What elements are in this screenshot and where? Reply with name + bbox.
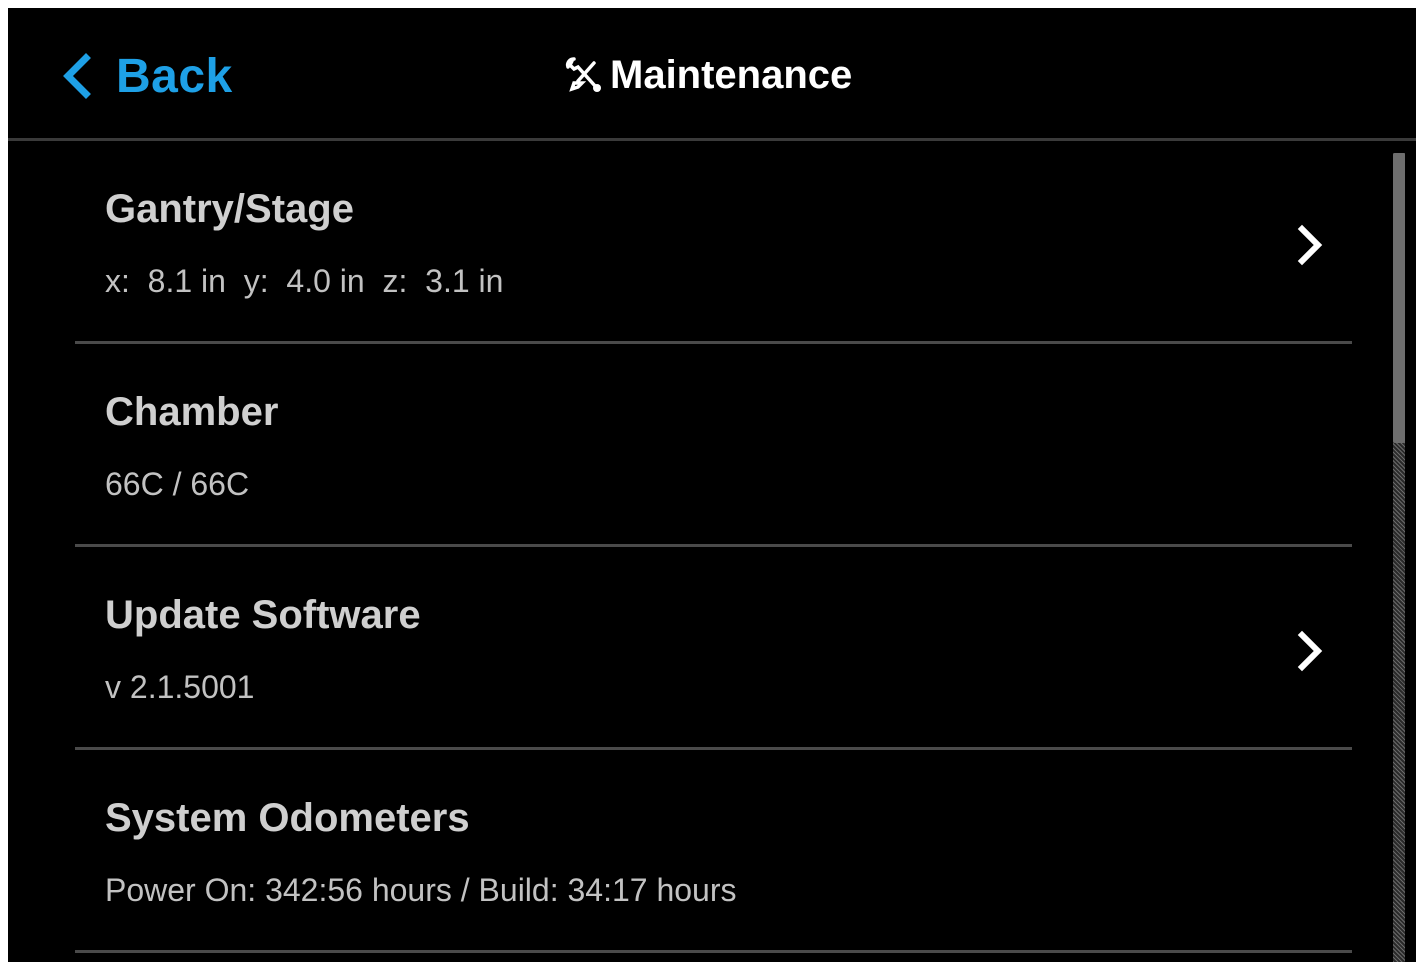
maintenance-list: Gantry/Stage x: 8.1 in y: 4.0 in z: 3.1 … [8, 141, 1416, 962]
list-item-gantry-stage[interactable]: Gantry/Stage x: 8.1 in y: 4.0 in z: 3.1 … [75, 141, 1352, 344]
item-subtitle: 66C / 66C [105, 466, 250, 502]
item-subtitle: v 2.1.5001 [105, 669, 255, 705]
header-bar: Back Maintenance [8, 8, 1416, 141]
item-subtitle: x: 8.1 in y: 4.0 in z: 3.1 in [105, 263, 504, 299]
scrollbar-thumb[interactable] [1393, 153, 1405, 443]
maintenance-screen: Back Maintenance Gantry/Stage x: 8.1 in … [8, 8, 1416, 962]
item-title: System Odometers [105, 796, 470, 840]
list-item-chamber: Chamber 66C / 66C [75, 344, 1352, 547]
chevron-right-icon [1297, 630, 1323, 672]
chevron-right-icon [1297, 224, 1323, 266]
back-button[interactable]: Back [58, 48, 233, 104]
chevron-left-icon [63, 53, 91, 99]
item-subtitle: Power On: 342:56 hours / Build: 34:17 ho… [105, 872, 737, 908]
back-label: Back [116, 49, 233, 103]
page-title-group: Maintenance [564, 50, 852, 100]
item-title: Update Software [105, 593, 421, 637]
page-title: Maintenance [610, 52, 853, 97]
wrench-icon [565, 57, 601, 92]
item-title: Gantry/Stage [105, 187, 354, 231]
list-item-system-odometers: System Odometers Power On: 342:56 hours … [75, 750, 1352, 953]
list-item-update-software[interactable]: Update Software v 2.1.5001 [75, 547, 1352, 750]
item-title: Chamber [105, 390, 279, 434]
